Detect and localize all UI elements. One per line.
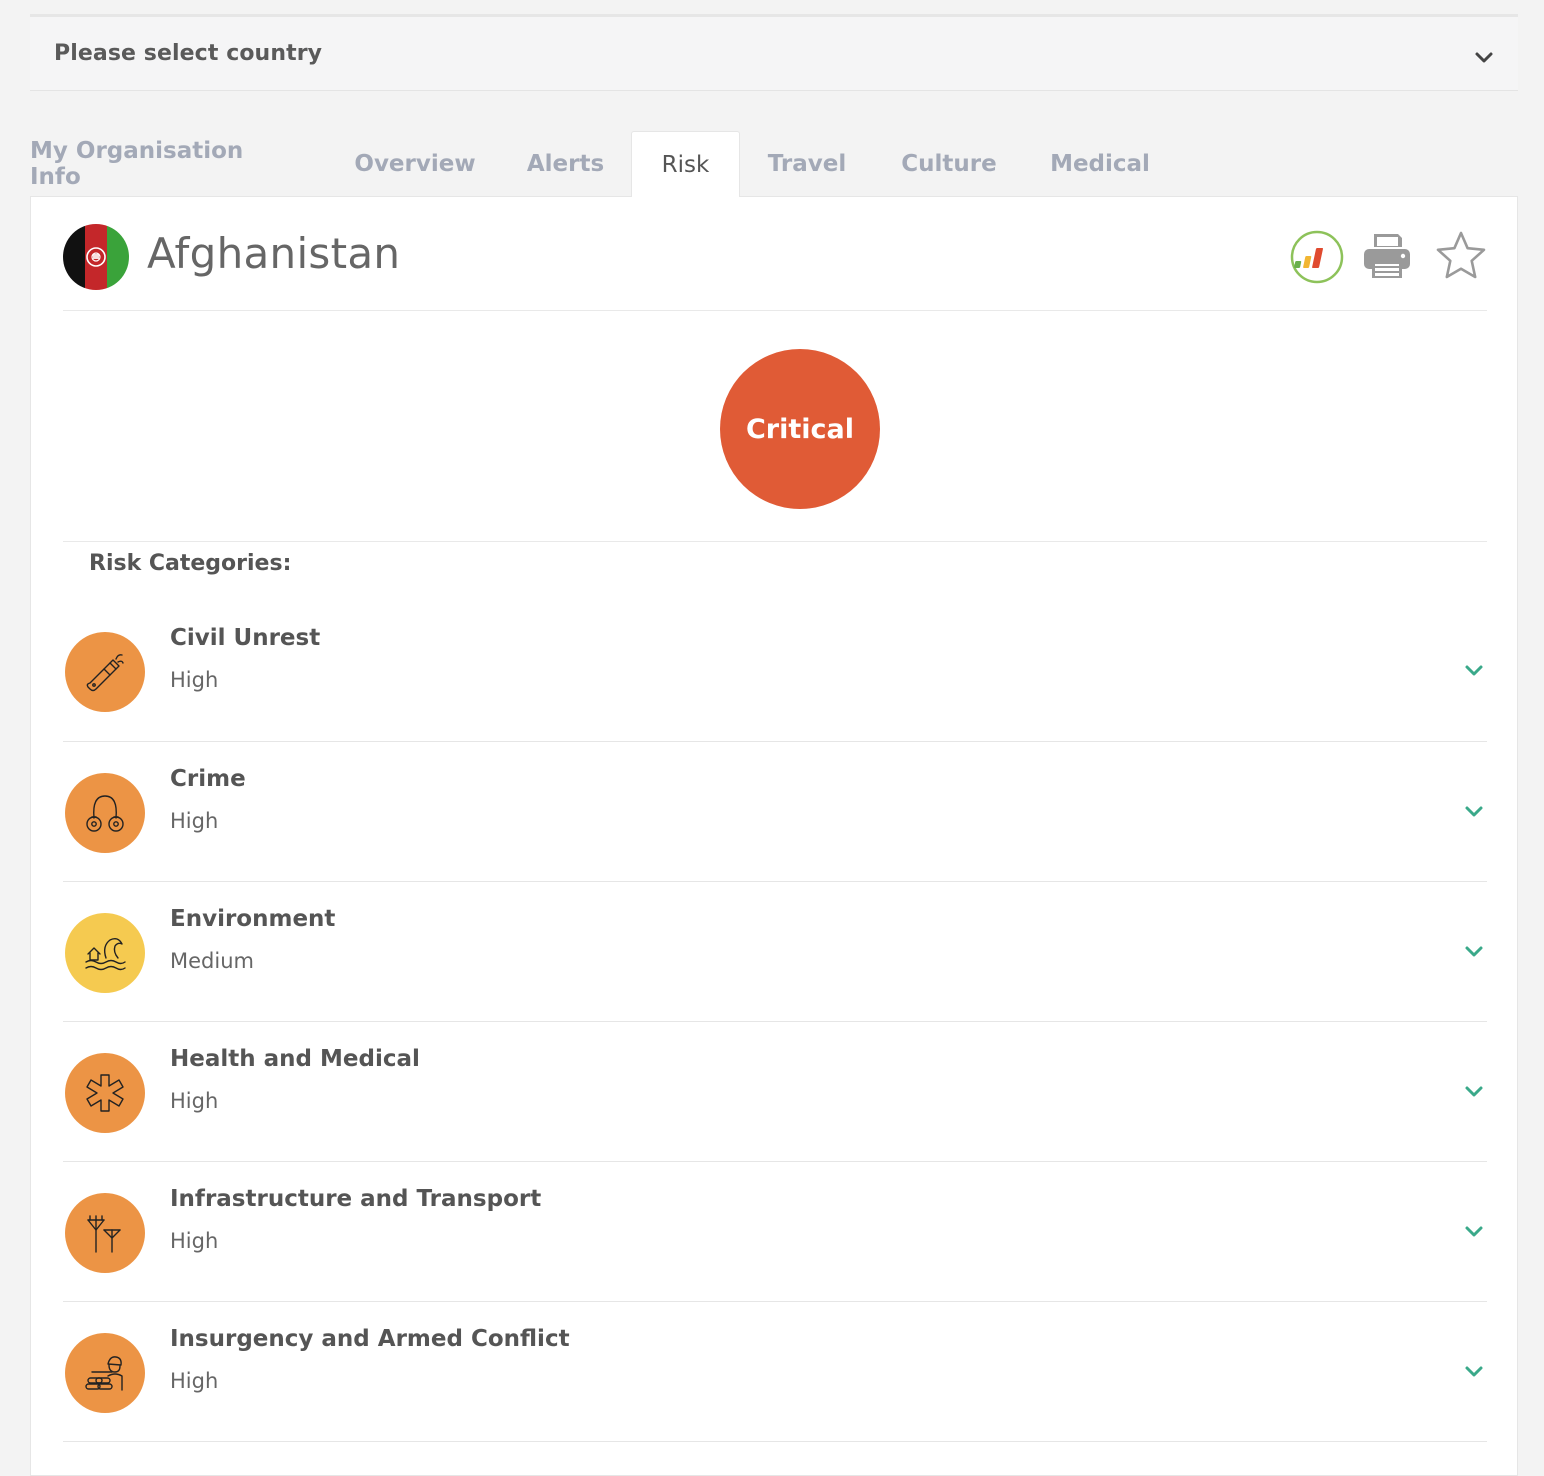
country-select-placeholder: Please select country <box>54 41 323 66</box>
risk-panel: Afghanistan Critical Risk Categories: Ci… <box>30 196 1518 1476</box>
handcuffs-icon <box>65 773 145 853</box>
chevron-down-icon[interactable] <box>1463 800 1485 822</box>
category-name: Insurgency and Armed Conflict <box>170 1326 570 1352</box>
tab-alerts[interactable]: Alerts <box>517 131 614 197</box>
tab-bar: My Organisation Info Overview Alerts Ris… <box>30 131 1230 197</box>
risk-chart-icon[interactable] <box>1290 230 1344 284</box>
risk-category-insurgency-and-armed-conflict[interactable]: Insurgency and Armed Conflict High <box>63 1302 1487 1442</box>
printer-icon[interactable] <box>1361 230 1413 282</box>
chevron-down-icon[interactable] <box>1463 1080 1485 1102</box>
country-name: Afghanistan <box>147 229 401 278</box>
star-icon[interactable] <box>1435 230 1487 282</box>
tab-medical[interactable]: Medical <box>1040 131 1160 197</box>
risk-categories-title: Risk Categories: <box>89 551 292 576</box>
category-level: High <box>170 668 219 692</box>
chevron-down-icon[interactable] <box>1463 1220 1485 1242</box>
power-pylon-icon <box>65 1193 145 1273</box>
flood-icon <box>65 913 145 993</box>
country-select[interactable]: Please select country <box>30 14 1518 91</box>
tab-culture[interactable]: Culture <box>890 131 1008 197</box>
soldier-icon <box>65 1333 145 1413</box>
country-header: Afghanistan <box>63 197 1487 311</box>
category-name: Crime <box>170 766 246 792</box>
chevron-down-icon[interactable] <box>1472 45 1496 69</box>
tab-overview[interactable]: Overview <box>330 131 500 197</box>
afghanistan-flag-icon <box>63 224 129 290</box>
risk-category-civil-unrest[interactable]: Civil Unrest High <box>63 601 1487 742</box>
overall-risk-badge: Critical <box>720 349 880 509</box>
chevron-down-icon[interactable] <box>1463 659 1485 681</box>
category-name: Civil Unrest <box>170 625 321 651</box>
category-level: High <box>170 1229 219 1253</box>
risk-category-infrastructure-and-transport[interactable]: Infrastructure and Transport High <box>63 1162 1487 1302</box>
category-name: Environment <box>170 906 336 932</box>
chevron-down-icon[interactable] <box>1463 940 1485 962</box>
chevron-down-icon[interactable] <box>1463 1360 1485 1382</box>
overall-risk-area: Critical <box>63 311 1487 542</box>
molotov-icon <box>65 632 145 712</box>
category-level: High <box>170 809 219 833</box>
tab-travel[interactable]: Travel <box>757 131 857 197</box>
category-level: High <box>170 1369 219 1393</box>
risk-category-crime[interactable]: Crime High <box>63 742 1487 882</box>
medical-cross-icon <box>65 1053 145 1133</box>
category-name: Infrastructure and Transport <box>170 1186 542 1212</box>
risk-category-environment[interactable]: Environment Medium <box>63 882 1487 1022</box>
category-level: High <box>170 1089 219 1113</box>
tab-my-organisation-info[interactable]: My Organisation Info <box>30 131 296 197</box>
category-level: Medium <box>170 949 254 973</box>
risk-category-list: Civil Unrest High Crime High Environment… <box>63 601 1487 1442</box>
tab-risk[interactable]: Risk <box>631 131 740 197</box>
risk-category-health-and-medical[interactable]: Health and Medical High <box>63 1022 1487 1162</box>
category-name: Health and Medical <box>170 1046 420 1072</box>
